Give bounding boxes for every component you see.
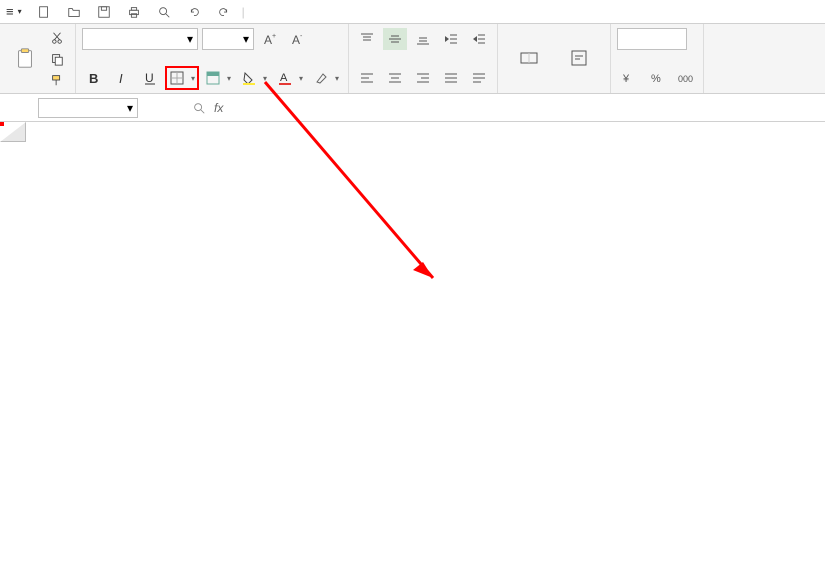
number-format-select[interactable] [617, 28, 687, 50]
undo-icon[interactable] [182, 1, 206, 23]
svg-text:A: A [292, 33, 300, 47]
zoom-icon [192, 101, 206, 115]
merge-wrap-group [498, 24, 611, 93]
chevron-down-icon: ▾ [191, 74, 195, 83]
selection-highlight [0, 122, 4, 126]
chevron-down-icon: ▾ [243, 32, 249, 46]
indent-increase-icon[interactable] [467, 28, 491, 50]
bold-button[interactable]: B [82, 67, 106, 89]
clipboard-group [0, 24, 76, 93]
paste-button[interactable] [6, 28, 44, 90]
italic-button[interactable]: I [110, 67, 134, 89]
align-top-icon[interactable] [355, 28, 379, 50]
font-group: ▾ ▾ A+ A- B I U ▾ ▾ ▾ A▾ ▾ [76, 24, 349, 93]
font-size-select[interactable]: ▾ [202, 28, 254, 50]
chevron-down-icon: ▾ [18, 7, 22, 16]
align-right-icon[interactable] [411, 67, 435, 89]
ribbon: ▾ ▾ A+ A- B I U ▾ ▾ ▾ A▾ ▾ [0, 24, 825, 94]
chevron-down-icon: ▾ [187, 32, 193, 46]
copy-button[interactable] [48, 49, 69, 69]
fx-icon: fx [214, 101, 223, 115]
quick-access-toolbar: | [28, 1, 249, 23]
align-justify-icon[interactable] [439, 67, 463, 89]
divider: | [242, 5, 245, 19]
number-group: ¥ % 000 [611, 24, 704, 93]
comma-icon[interactable]: 000 [673, 67, 697, 89]
font-name-select[interactable]: ▾ [82, 28, 198, 50]
save-icon[interactable] [92, 1, 116, 23]
svg-text:+: + [272, 33, 276, 40]
svg-text:A: A [280, 72, 288, 84]
select-all-corner[interactable] [0, 122, 26, 142]
cut-button[interactable] [48, 28, 69, 48]
print-preview-icon[interactable] [152, 1, 176, 23]
percent-icon[interactable]: % [645, 67, 669, 89]
format-painter-button[interactable] [48, 70, 69, 90]
chevron-down-icon: ▾ [263, 74, 267, 83]
new-icon[interactable] [32, 1, 56, 23]
svg-text:%: % [651, 73, 661, 85]
merge-center-button[interactable] [504, 28, 554, 89]
decrease-font-icon[interactable]: A- [286, 28, 310, 50]
align-middle-icon[interactable] [383, 28, 407, 50]
open-icon[interactable] [62, 1, 86, 23]
chevron-down-icon: ▾ [299, 74, 303, 83]
svg-text:I: I [119, 71, 123, 86]
redo-icon[interactable] [212, 1, 236, 23]
svg-text:-: - [300, 33, 303, 40]
menu-bar: ≡ ▾ | [0, 0, 825, 24]
borders-button[interactable]: ▾ [166, 67, 198, 89]
fill-color-button[interactable]: ▾ [238, 67, 270, 89]
formula-bar: ▾ fx [0, 94, 825, 122]
chevron-down-icon: ▾ [335, 74, 339, 83]
font-color-button[interactable]: A▾ [274, 67, 306, 89]
increase-font-icon[interactable]: A+ [258, 28, 282, 50]
svg-text:B: B [89, 71, 98, 86]
name-box[interactable]: ▾ [38, 98, 138, 118]
chevron-down-icon: ▾ [127, 101, 133, 115]
cell-styles-button[interactable]: ▾ [202, 67, 234, 89]
indent-decrease-icon[interactable] [439, 28, 463, 50]
align-left-icon[interactable] [355, 67, 379, 89]
svg-text:A: A [264, 33, 272, 47]
alignment-group [349, 24, 498, 93]
svg-text:000: 000 [678, 74, 693, 84]
align-distribute-icon[interactable] [467, 67, 491, 89]
clear-format-button[interactable]: ▾ [310, 67, 342, 89]
hamburger-icon: ≡ [6, 4, 14, 19]
file-menu[interactable]: ≡ ▾ [0, 0, 28, 23]
align-center-icon[interactable] [383, 67, 407, 89]
formula-input-area[interactable]: fx [192, 101, 223, 115]
chevron-down-icon: ▾ [227, 74, 231, 83]
svg-text:¥: ¥ [622, 73, 630, 85]
wrap-text-button[interactable] [554, 28, 604, 89]
currency-icon[interactable]: ¥ [617, 67, 641, 89]
svg-text:U: U [145, 71, 154, 85]
print-icon[interactable] [122, 1, 146, 23]
underline-button[interactable]: U [138, 67, 162, 89]
align-bottom-icon[interactable] [411, 28, 435, 50]
